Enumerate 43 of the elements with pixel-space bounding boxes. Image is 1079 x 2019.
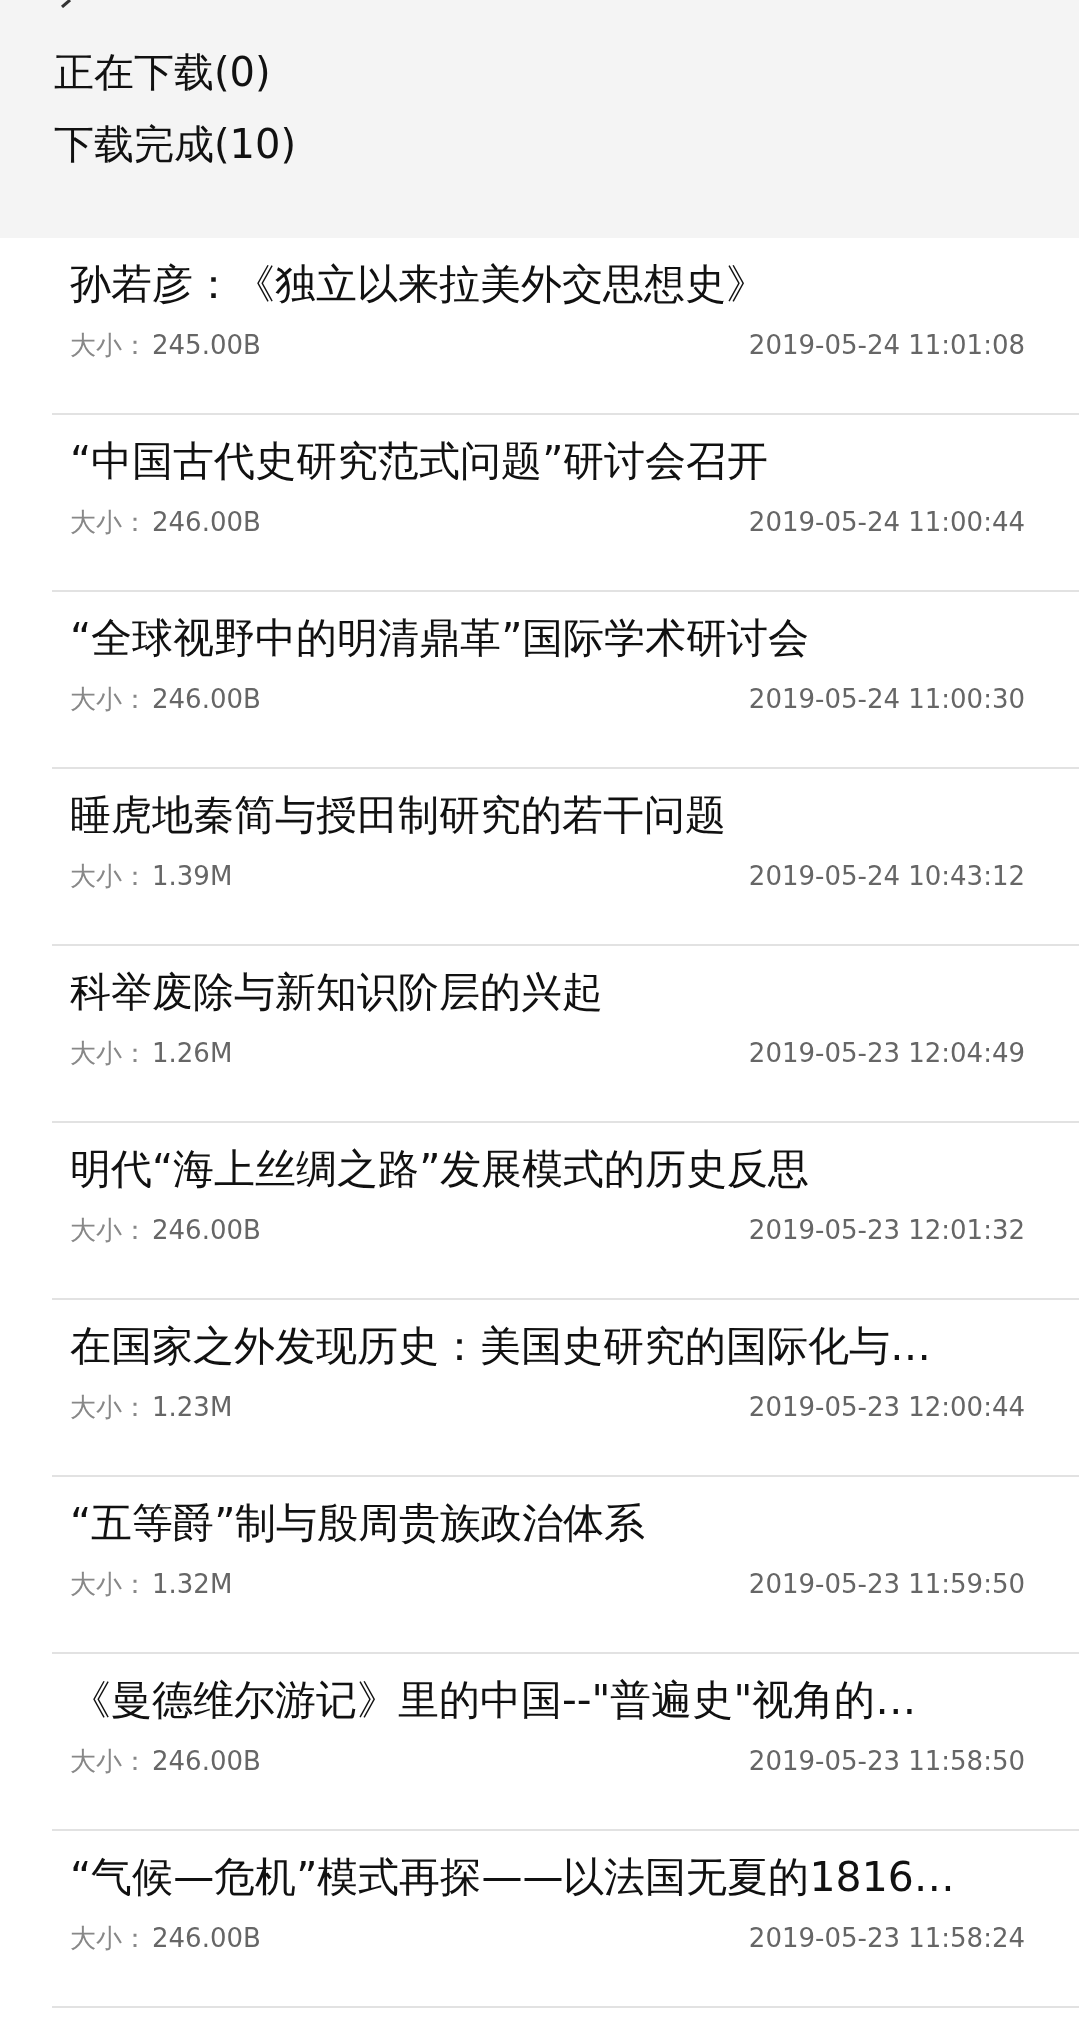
file-size: 246.00B (152, 683, 261, 716)
file-title[interactable]: “全球视野中的明清鼎革”国际学术研讨会 (70, 606, 810, 670)
size-label: 大小： (70, 329, 148, 362)
size-label: 大小： (70, 860, 148, 893)
download-time: 2019-05-24 11:00:44 (748, 506, 1025, 539)
file-title[interactable]: 孙若彦：《独立以来拉美外交思想史》 (70, 252, 767, 316)
file-size: 1.26M (152, 1037, 233, 1070)
section-tab[interactable]: 正在下载(0) (54, 36, 271, 108)
size-label: 大小： (70, 1568, 148, 1601)
download-time: 2019-05-24 11:01:08 (748, 329, 1025, 362)
section-tab[interactable]: 下载完成(10) (54, 108, 297, 180)
file-title[interactable]: 在国家之外发现历史：美国史研究的国际化与… (70, 1314, 931, 1378)
file-size: 1.23M (152, 1391, 233, 1424)
file-size: 1.32M (152, 1568, 233, 1601)
file-size: 246.00B (152, 1922, 261, 1955)
file-size: 246.00B (152, 506, 261, 539)
file-size: 246.00B (152, 1745, 261, 1778)
size-label: 大小： (70, 1745, 148, 1778)
file-title[interactable]: 科举废除与新知识阶层的兴起 (70, 960, 603, 1024)
file-title[interactable]: 明代“海上丝绸之路”发展模式的历史反思 (70, 1137, 810, 1201)
file-size: 245.00B (152, 329, 261, 362)
file-title[interactable]: 《曼德维尔游记》里的中国--"普遍史"视角的… (70, 1668, 917, 1732)
download-time: 2019-05-24 10:43:12 (748, 860, 1025, 893)
file-title[interactable]: “五等爵”制与殷周贵族政治体系 (70, 1491, 646, 1555)
download-time: 2019-05-23 11:58:24 (748, 1922, 1025, 1955)
download-time: 2019-05-23 12:00:44 (748, 1391, 1025, 1424)
download-time: 2019-05-23 12:04:49 (748, 1037, 1025, 1070)
download-time: 2019-05-23 11:59:50 (748, 1568, 1025, 1601)
file-title[interactable]: “气候—危机”模式再探——以法国无夏的1816… (70, 1845, 955, 1909)
size-label: 大小： (70, 1922, 148, 1955)
file-title[interactable]: “中国古代史研究范式问题”研讨会召开 (70, 429, 769, 493)
size-label: 大小： (70, 1214, 148, 1247)
size-label: 大小： (70, 1391, 148, 1424)
file-size: 1.39M (152, 860, 233, 893)
back-icon[interactable] (58, 0, 72, 8)
download-time: 2019-05-24 11:00:30 (748, 683, 1025, 716)
size-label: 大小： (70, 683, 148, 716)
download-time: 2019-05-23 11:58:50 (748, 1745, 1025, 1778)
download-time: 2019-05-23 12:01:32 (748, 1214, 1025, 1247)
file-size: 246.00B (152, 1214, 261, 1247)
size-label: 大小： (70, 1037, 148, 1070)
file-title[interactable]: 睡虎地秦简与授田制研究的若干问题 (70, 783, 726, 847)
size-label: 大小： (70, 506, 148, 539)
